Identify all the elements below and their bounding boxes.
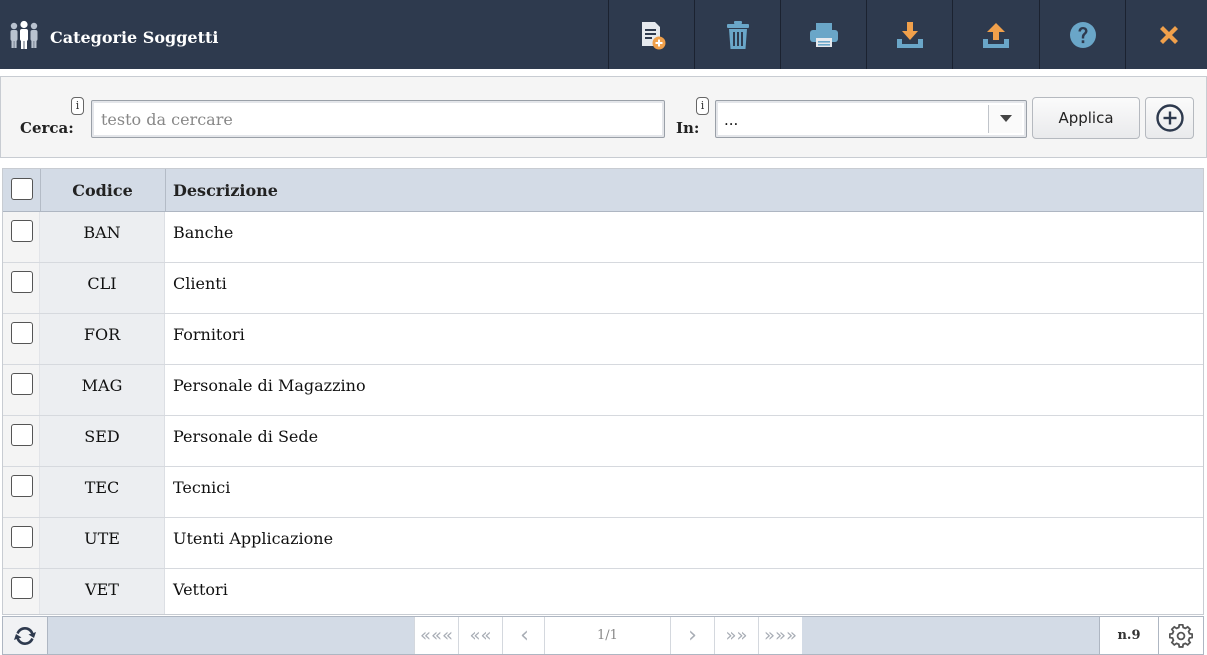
row-code: TEC — [40, 467, 165, 517]
row-check-cell — [3, 569, 40, 614]
table-row[interactable]: SED Personale di Sede — [3, 416, 1203, 467]
download-icon — [896, 21, 923, 48]
next-page-button[interactable]: › — [670, 617, 714, 654]
row-code: FOR — [40, 314, 165, 364]
row-code: SED — [40, 416, 165, 466]
next-block-button[interactable]: »» — [714, 617, 758, 654]
delete-button[interactable] — [694, 0, 780, 69]
row-code: MAG — [40, 365, 165, 415]
row-checkbox[interactable] — [11, 424, 33, 446]
row-code: BAN — [40, 212, 165, 262]
row-description: Fornitori — [173, 325, 245, 344]
printer-icon — [809, 22, 838, 47]
row-description: Personale di Sede — [173, 427, 319, 446]
row-check-cell — [3, 212, 40, 262]
table-row[interactable]: VET Vettori — [3, 569, 1203, 614]
search-bar: Cerca: i In: i ... Applica — [0, 76, 1207, 158]
row-check-cell — [3, 365, 40, 415]
row-checkbox[interactable] — [11, 475, 33, 497]
row-checkbox[interactable] — [11, 322, 33, 344]
row-description: Personale di Magazzino — [173, 376, 366, 395]
close-button[interactable] — [1125, 0, 1207, 69]
refresh-button[interactable] — [3, 617, 48, 654]
print-button[interactable] — [780, 0, 866, 69]
row-description: Tecnici — [173, 478, 231, 497]
data-table: Codice Descrizione BAN Banche CLI Client… — [2, 168, 1204, 615]
table-header: Codice Descrizione — [3, 169, 1203, 212]
table-row[interactable]: BAN Banche — [3, 212, 1203, 263]
last-page-button[interactable]: »»» — [758, 617, 802, 654]
prev-page-button[interactable]: ‹ — [502, 617, 546, 654]
row-description: Banche — [173, 223, 234, 242]
search-field-select[interactable]: ... — [715, 100, 1027, 138]
record-count: n.9 — [1099, 617, 1158, 654]
help-icon — [1069, 21, 1096, 48]
row-code: VET — [40, 569, 165, 614]
column-divider — [165, 169, 166, 211]
search-label: Cerca: — [20, 119, 74, 137]
row-check-cell — [3, 518, 40, 568]
table-row[interactable]: CLI Clienti — [3, 263, 1203, 314]
search-input[interactable] — [91, 100, 665, 138]
row-checkbox[interactable] — [11, 373, 33, 395]
row-check-cell — [3, 314, 40, 364]
column-header-codice[interactable]: Codice — [40, 169, 165, 211]
row-check-cell — [3, 263, 40, 313]
row-checkbox[interactable] — [11, 271, 33, 293]
prev-block-button[interactable]: «« — [458, 617, 502, 654]
row-code: CLI — [40, 263, 165, 313]
column-header-descrizione[interactable]: Descrizione — [173, 169, 278, 211]
row-code: UTE — [40, 518, 165, 568]
row-checkbox[interactable] — [11, 526, 33, 548]
download-button[interactable] — [866, 0, 952, 69]
new-document-button[interactable] — [608, 0, 694, 69]
table-row[interactable]: MAG Personale di Magazzino — [3, 365, 1203, 416]
row-description: Vettori — [173, 580, 228, 599]
table-row[interactable]: FOR Fornitori — [3, 314, 1203, 365]
search-info-badge[interactable]: i — [71, 97, 84, 115]
pager-bar: ««« «« ‹ 1/1 › »» »»» n.9 — [2, 616, 1204, 655]
row-checkbox[interactable] — [11, 577, 33, 599]
in-info-badge[interactable]: i — [696, 97, 709, 115]
add-filter-button[interactable] — [1145, 97, 1194, 139]
row-checkbox[interactable] — [11, 220, 33, 242]
plus-circle-icon — [1155, 104, 1184, 132]
row-check-cell — [3, 416, 40, 466]
page-indicator: 1/1 — [544, 617, 670, 654]
chevron-down-icon[interactable] — [988, 105, 1022, 133]
page-title: Categorie Soggetti — [50, 28, 219, 47]
gear-icon — [1169, 623, 1193, 648]
select-all-checkbox[interactable] — [11, 178, 33, 200]
search-field-select-value: ... — [724, 111, 739, 129]
trash-icon — [726, 20, 749, 49]
row-description: Utenti Applicazione — [173, 529, 334, 548]
upload-button[interactable] — [952, 0, 1038, 69]
table-row[interactable]: TEC Tecnici — [3, 467, 1203, 518]
app-header: Categorie Soggetti — [0, 0, 1207, 69]
people-icon — [10, 20, 38, 49]
upload-icon — [982, 22, 1009, 48]
new-document-icon — [641, 21, 665, 49]
help-button[interactable] — [1039, 0, 1125, 69]
refresh-icon — [14, 626, 36, 645]
settings-button[interactable] — [1158, 617, 1203, 654]
row-check-cell — [3, 467, 40, 517]
close-icon — [1159, 25, 1178, 44]
table-row[interactable]: UTE Utenti Applicazione — [3, 518, 1203, 569]
in-label: In: — [676, 119, 700, 137]
apply-button[interactable]: Applica — [1032, 97, 1140, 139]
row-description: Clienti — [173, 274, 227, 293]
first-page-button[interactable]: ««« — [414, 617, 458, 654]
